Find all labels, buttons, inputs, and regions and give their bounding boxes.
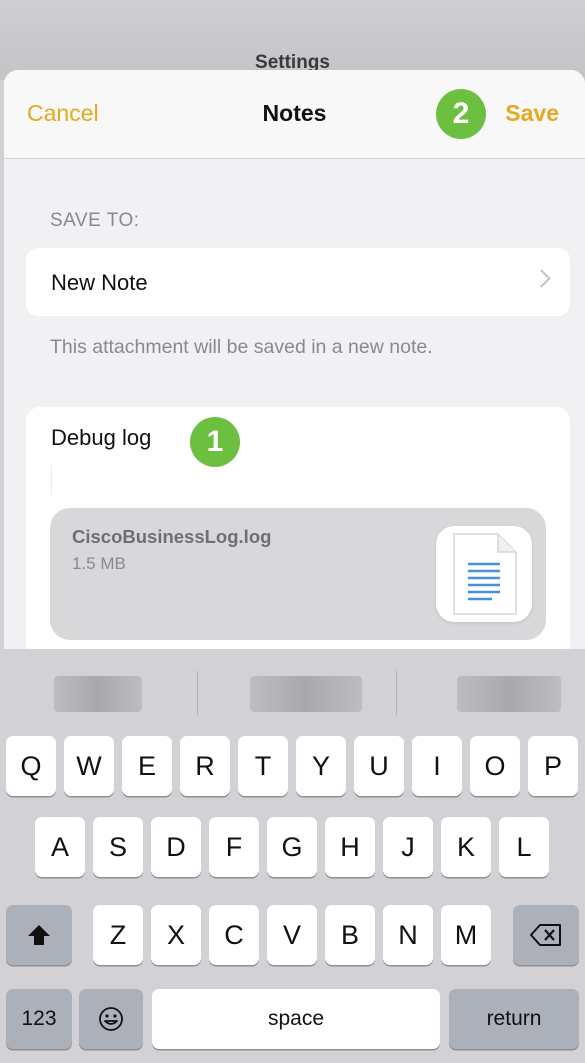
document-icon <box>436 526 532 622</box>
emoji-icon <box>99 1007 123 1031</box>
shift-arrow-icon <box>28 925 50 945</box>
key-h[interactable]: H <box>325 817 375 877</box>
key-q[interactable]: Q <box>6 736 56 796</box>
key-l[interactable]: L <box>499 817 549 877</box>
key-n[interactable]: N <box>383 905 433 965</box>
key-s[interactable]: S <box>93 817 143 877</box>
key-u[interactable]: U <box>354 736 404 796</box>
key-j[interactable]: J <box>383 817 433 877</box>
destination-row[interactable]: New Note <box>26 248 570 316</box>
chevron-right-icon <box>532 269 551 288</box>
key-z[interactable]: Z <box>93 905 143 965</box>
attachment-card[interactable]: CiscoBusinessLog.log 1.5 MB <box>50 508 546 640</box>
key-d[interactable]: D <box>151 817 201 877</box>
key-v[interactable]: V <box>267 905 317 965</box>
text-cursor <box>51 465 52 495</box>
background-settings-header: Settings <box>0 0 585 80</box>
key-c[interactable]: C <box>209 905 259 965</box>
suggestion-divider <box>396 671 397 715</box>
destination-label: New Note <box>51 270 148 295</box>
key-w[interactable]: W <box>64 736 114 796</box>
emoji-key[interactable] <box>79 989 143 1049</box>
key-r[interactable]: R <box>180 736 230 796</box>
key-p[interactable]: P <box>528 736 578 796</box>
key-t[interactable]: T <box>238 736 288 796</box>
predictive-bar <box>0 649 585 735</box>
key-f[interactable]: F <box>209 817 259 877</box>
keyboard: Q W E R T Y U I O P A S D F G H J K L Z … <box>0 649 585 1063</box>
numbers-key[interactable]: 123 <box>6 989 72 1049</box>
suggestion-3[interactable] <box>457 676 561 712</box>
suggestion-2[interactable] <box>250 676 362 712</box>
key-k[interactable]: K <box>441 817 491 877</box>
key-m[interactable]: M <box>441 905 491 965</box>
save-to-label: SAVE TO: <box>50 210 140 231</box>
key-e[interactable]: E <box>122 736 172 796</box>
save-to-footnote: This attachment will be saved in a new n… <box>50 336 433 358</box>
shift-key[interactable] <box>6 905 72 965</box>
attachment-size: 1.5 MB <box>72 554 126 573</box>
key-g[interactable]: G <box>267 817 317 877</box>
step-1-callout: 1 <box>190 417 240 467</box>
key-y[interactable]: Y <box>296 736 346 796</box>
backspace-icon <box>530 924 561 946</box>
step-2-callout: 2 <box>436 89 486 139</box>
return-key[interactable]: return <box>449 989 579 1049</box>
suggestion-1[interactable] <box>54 676 142 712</box>
key-o[interactable]: O <box>470 736 520 796</box>
space-key[interactable]: space <box>152 989 440 1049</box>
suggestion-divider <box>197 671 198 715</box>
nav-bar: Cancel Notes Save 2 <box>4 70 585 159</box>
note-editor[interactable]: Debug log CiscoBusinessLog.log 1.5 MB <box>26 407 570 667</box>
attachment-name: CiscoBusinessLog.log <box>72 526 272 547</box>
save-button[interactable]: Save <box>505 100 559 127</box>
key-i[interactable]: I <box>412 736 462 796</box>
delete-key[interactable] <box>513 905 579 965</box>
key-a[interactable]: A <box>35 817 85 877</box>
key-b[interactable]: B <box>325 905 375 965</box>
background-title: Settings <box>255 52 330 72</box>
key-x[interactable]: X <box>151 905 201 965</box>
nav-title: Notes <box>262 100 327 126</box>
note-title-text[interactable]: Debug log <box>51 425 151 451</box>
